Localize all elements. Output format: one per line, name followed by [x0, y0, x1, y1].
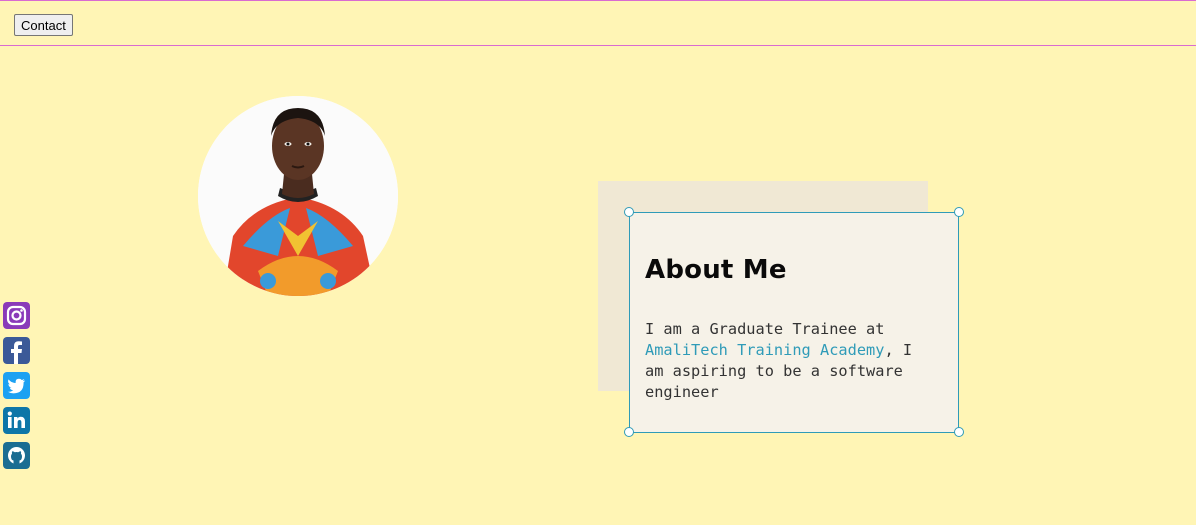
resize-handle-bottom-left[interactable] — [624, 427, 634, 437]
about-card[interactable]: About Me I am a Graduate Trainee at Amal… — [629, 212, 959, 433]
top-bar: Contact — [0, 0, 1196, 46]
about-title: About Me — [645, 255, 787, 285]
instagram-icon[interactable] — [3, 302, 30, 329]
resize-handle-top-left[interactable] — [624, 207, 634, 217]
contact-button[interactable]: Contact — [14, 14, 73, 36]
facebook-icon[interactable] — [3, 337, 30, 364]
resize-handle-top-right[interactable] — [954, 207, 964, 217]
linkedin-icon[interactable] — [3, 407, 30, 434]
social-links — [3, 302, 31, 477]
twitter-icon[interactable] — [3, 372, 30, 399]
about-text: I am a Graduate Trainee at AmaliTech Tra… — [645, 319, 935, 403]
resize-handle-bottom-right[interactable] — [954, 427, 964, 437]
amalitech-link[interactable]: AmaliTech Training Academy — [645, 341, 884, 359]
about-text-start: I am a Graduate Trainee at — [645, 320, 885, 338]
avatar — [198, 96, 398, 296]
github-icon[interactable] — [3, 442, 30, 469]
